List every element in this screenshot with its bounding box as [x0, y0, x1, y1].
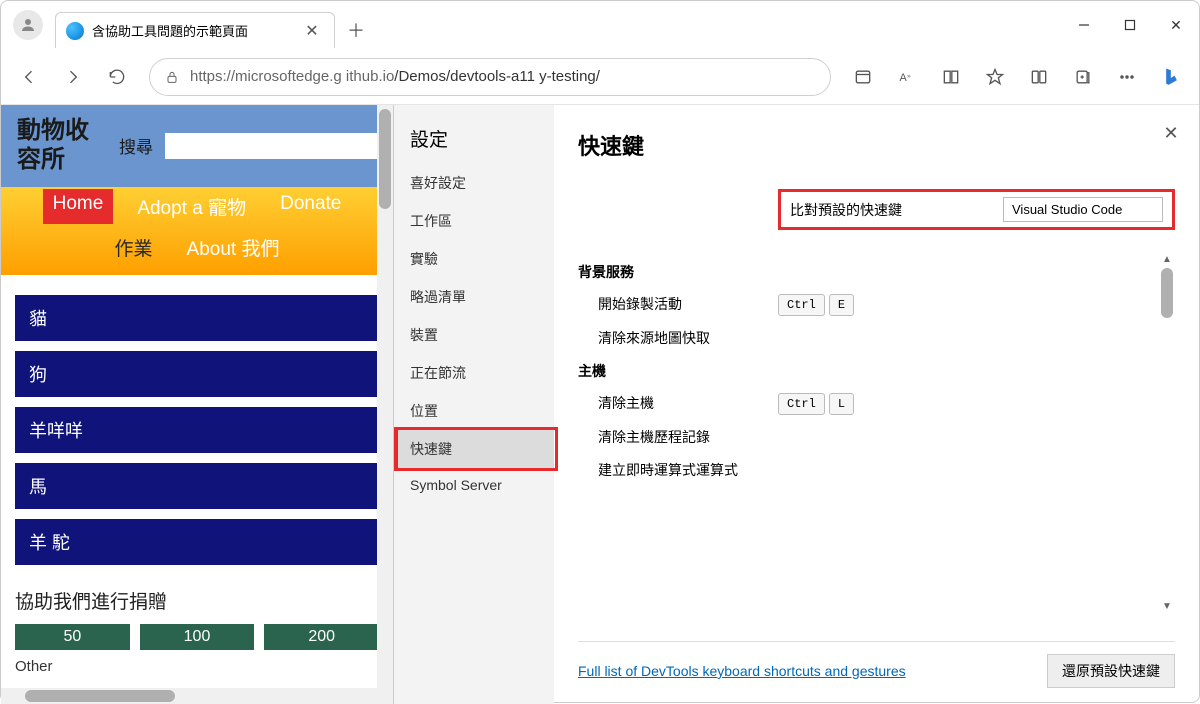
donate-row: 50 100 200 — [1, 624, 393, 658]
list-item[interactable]: 羊咩咩 — [15, 407, 379, 453]
lock-icon — [164, 69, 180, 85]
list-item[interactable]: 馬 — [15, 463, 379, 509]
site-nav: Home Adopt a 寵物 Donate 作業 About 我們 — [1, 187, 393, 275]
shortcuts-scrollbar[interactable]: ▲ ▼ — [1159, 254, 1175, 641]
close-window-button[interactable]: ✕ — [1153, 6, 1199, 44]
list-item[interactable]: 羊 駝 — [15, 519, 379, 565]
bing-button[interactable] — [1151, 57, 1191, 97]
forward-button[interactable] — [53, 57, 93, 97]
key: L — [829, 393, 854, 415]
sidebar-item-symbol-server[interactable]: Symbol Server — [394, 468, 554, 502]
tab-close-button[interactable]: ✕ — [300, 19, 324, 43]
search-label: 搜尋 — [119, 133, 153, 158]
settings-heading: 設定 — [394, 125, 554, 164]
donate-100-button[interactable]: 100 — [140, 624, 255, 650]
donate-200-button[interactable]: 200 — [264, 624, 379, 650]
preset-select[interactable]: Visual Studio Code — [1003, 197, 1163, 222]
tab-title: 含協助工具問題的示範頁面 — [92, 21, 292, 40]
shortcut-label: 建立即時運算式運算式 — [598, 460, 778, 481]
refresh-button[interactable] — [97, 57, 137, 97]
split-icon[interactable] — [1019, 57, 1059, 97]
nav-home[interactable]: Home — [43, 189, 114, 224]
site-title: 動物收容所 — [17, 117, 107, 175]
search-input[interactable] — [165, 133, 377, 159]
favorite-icon[interactable] — [975, 57, 1015, 97]
edge-favicon-icon — [66, 22, 84, 40]
page-title: 快速鍵 — [578, 129, 1175, 161]
url-text: https://microsoftedge.g ithub.io/Demos/d… — [190, 68, 600, 85]
section-host: 主機 — [578, 361, 1175, 381]
section-background-services: 背景服務 — [578, 262, 1175, 282]
sidebar-item-ignore-list[interactable]: 略過清單 — [394, 278, 554, 316]
sidebar-item-experiments[interactable]: 實驗 — [394, 240, 554, 278]
nav-donate[interactable]: Donate — [270, 189, 351, 224]
sidebar-item-throttling[interactable]: 正在節流 — [394, 354, 554, 392]
shortcut-keys: Ctrl E — [778, 294, 854, 316]
preset-row: 比對預設的快速鍵 Visual Studio Code — [778, 189, 1175, 230]
content-area: 動物收容所 搜尋 Home Adopt a 寵物 Donate 作業 About… — [1, 105, 1199, 704]
nav-adopt[interactable]: Adopt a 寵物 — [127, 189, 256, 224]
horizontal-scrollbar[interactable] — [1, 688, 377, 704]
vertical-scrollbar[interactable] — [377, 105, 393, 704]
close-settings-button[interactable]: ✕ — [1157, 119, 1185, 147]
devtools-settings: 設定 喜好設定 工作區 實驗 略過清單 裝置 正在節流 位置 快速鍵 Symbo… — [393, 105, 1199, 704]
sidebar-item-shortcuts[interactable]: 快速鍵 — [394, 430, 554, 468]
titlebar: 含協助工具問題的示範頁面 ✕ ＋ ✕ — [1, 1, 1199, 49]
address-bar[interactable]: https://microsoftedge.g ithub.io/Demos/d… — [149, 58, 831, 96]
donate-50-button[interactable]: 50 — [15, 624, 130, 650]
other-label: Other — [1, 658, 393, 675]
site-header: 動物收容所 搜尋 — [1, 105, 393, 187]
settings-sidebar: 設定 喜好設定 工作區 實驗 略過清單 裝置 正在節流 位置 快速鍵 Symbo… — [394, 105, 554, 704]
menu-button[interactable] — [1107, 57, 1147, 97]
animal-list: 貓 狗 羊咩咩 馬 羊 駝 — [1, 275, 393, 573]
sidebar-item-workspace[interactable]: 工作區 — [394, 202, 554, 240]
settings-main: ✕ 快速鍵 比對預設的快速鍵 Visual Studio Code 背景服務 開… — [554, 105, 1199, 704]
sidebar-item-preferences[interactable]: 喜好設定 — [394, 164, 554, 202]
donate-heading: 協助我們進行捐贈 — [1, 573, 393, 624]
sidebar-item-devices[interactable]: 裝置 — [394, 316, 554, 354]
back-button[interactable] — [9, 57, 49, 97]
shortcut-row: 建立即時運算式運算式 — [598, 460, 1175, 481]
new-tab-button[interactable]: ＋ — [341, 15, 371, 45]
browser-chrome: 含協助工具問題的示範頁面 ✕ ＋ ✕ https://microsoftedge… — [1, 1, 1199, 105]
key: Ctrl — [778, 393, 825, 415]
collections-icon[interactable] — [1063, 57, 1103, 97]
list-item[interactable]: 貓 — [15, 295, 379, 341]
footer-row: Full list of DevTools keyboard shortcuts… — [578, 641, 1175, 704]
shortcut-label: 清除主機 — [598, 393, 778, 414]
toolbar: https://microsoftedge.g ithub.io/Demos/d… — [1, 49, 1199, 105]
demo-page: 動物收容所 搜尋 Home Adopt a 寵物 Donate 作業 About… — [1, 105, 393, 704]
nav-about[interactable]: About 我們 — [177, 230, 290, 265]
maximize-button[interactable] — [1107, 6, 1153, 44]
preset-label: 比對預設的快速鍵 — [790, 200, 1003, 220]
sidebar-item-locations[interactable]: 位置 — [394, 392, 554, 430]
shortcuts-body: 背景服務 開始錄製活動 Ctrl E 清除來源地圖快取 主機 清除主機 Ctrl — [578, 254, 1175, 641]
shortcut-row: 開始錄製活動 Ctrl E — [598, 294, 1175, 316]
minimize-button[interactable] — [1061, 6, 1107, 44]
window-controls: ✕ — [1061, 6, 1199, 44]
shortcut-row: 清除主機 Ctrl L — [598, 393, 1175, 415]
browser-tab[interactable]: 含協助工具問題的示範頁面 ✕ — [55, 12, 335, 48]
restore-defaults-button[interactable]: 還原預設快速鍵 — [1047, 654, 1175, 688]
scroll-up-icon[interactable]: ▲ — [1161, 254, 1173, 266]
full-shortcut-list-link[interactable]: Full list of DevTools keyboard shortcuts… — [578, 663, 906, 679]
shortcut-row: 清除來源地圖快取 — [598, 328, 1175, 349]
shortcut-row: 清除主機歷程記錄 — [598, 427, 1175, 448]
svg-text:»: » — [907, 72, 911, 79]
shortcut-label: 清除來源地圖快取 — [598, 328, 778, 349]
shortcut-label: 開始錄製活動 — [598, 294, 778, 315]
nav-jobs[interactable]: 作業 — [105, 230, 163, 265]
sidebar-item-label: 快速鍵 — [410, 441, 452, 457]
read-aloud-icon[interactable]: A» — [887, 57, 927, 97]
shortcut-label: 清除主機歷程記錄 — [598, 427, 778, 448]
shortcut-keys: Ctrl L — [778, 393, 854, 415]
reader-icon[interactable] — [931, 57, 971, 97]
key: E — [829, 294, 854, 316]
profile-avatar[interactable] — [13, 10, 43, 40]
list-item[interactable]: 狗 — [15, 351, 379, 397]
scroll-down-icon[interactable]: ▼ — [1161, 601, 1173, 613]
app-mode-icon[interactable] — [843, 57, 883, 97]
key: Ctrl — [778, 294, 825, 316]
